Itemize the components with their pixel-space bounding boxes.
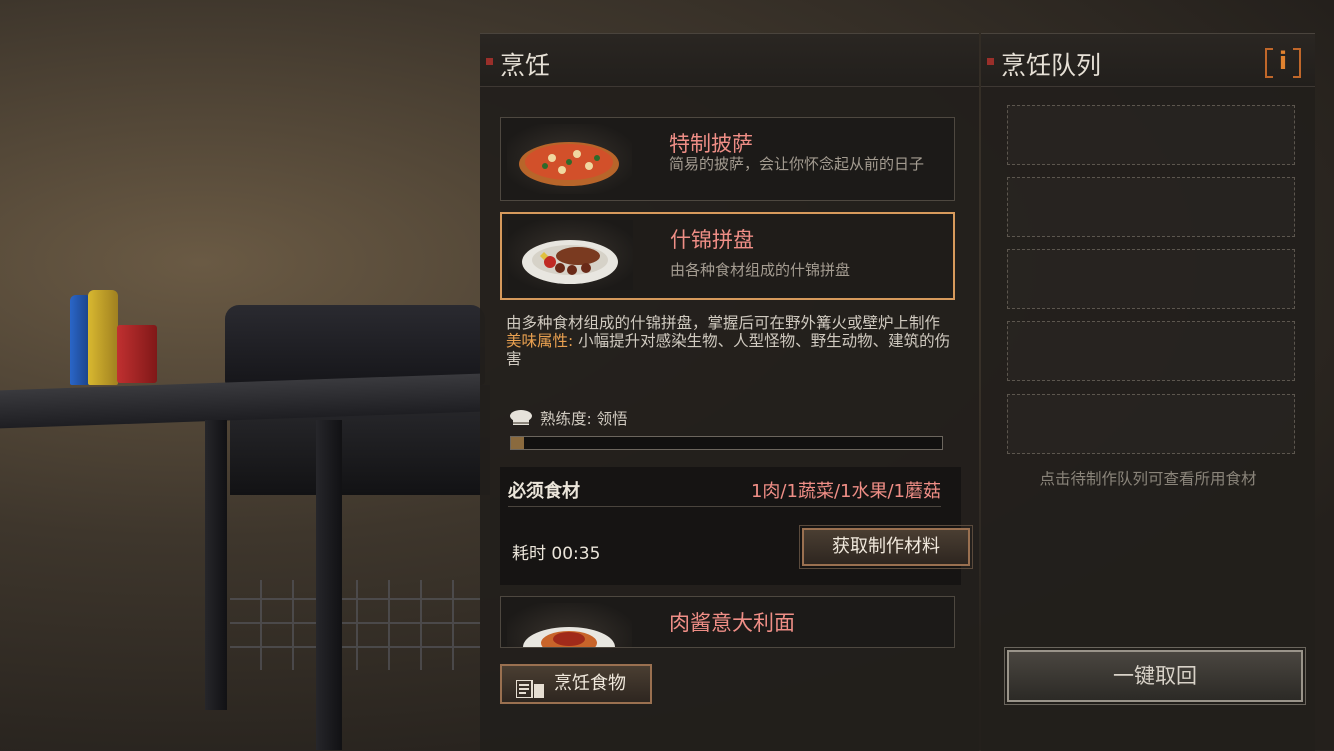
divider bbox=[508, 506, 941, 507]
attribute-label: 美味属性: bbox=[506, 332, 574, 350]
mastery-progress-fill bbox=[511, 437, 524, 449]
platter-icon bbox=[508, 220, 633, 290]
cook-food-button[interactable]: 烹饪食物 bbox=[500, 664, 652, 704]
recipe-title: 特制披萨 bbox=[669, 132, 753, 156]
required-ingredients-label: 必须食材 bbox=[508, 481, 580, 502]
requirements-section: 必须食材 1肉/1蔬菜/1水果/1蘑菇 耗时 00:35 获取制作材料 bbox=[500, 467, 973, 585]
cooking-panel: 烹饪 特制披萨 简易的披萨，会让你怀念起从前的日子 什锦拼盘 由各种食材组成的什… bbox=[480, 33, 979, 751]
grill-hood bbox=[225, 305, 485, 385]
recipe-title: 什锦拼盘 bbox=[670, 228, 754, 252]
queue-slot[interactable] bbox=[1007, 105, 1295, 165]
mastery-progress-bar bbox=[510, 436, 943, 450]
recipe-title: 肉酱意大利面 bbox=[669, 611, 795, 635]
header-marker-icon bbox=[987, 58, 994, 65]
cooking-panel-header: 烹饪 bbox=[480, 34, 979, 87]
get-materials-button[interactable]: 获取制作材料 bbox=[799, 525, 973, 569]
recipe-card-pizza[interactable]: 特制披萨 简易的披萨，会让你怀念起从前的日子 bbox=[500, 117, 955, 201]
queue-hint: 点击待制作队列可查看所用食材 bbox=[1039, 470, 1257, 488]
cook-food-label: 烹饪食物 bbox=[554, 673, 626, 694]
cooking-panel-title: 烹饪 bbox=[500, 51, 551, 80]
detail-attribute: 美味属性: 小幅提升对感染生物、人型怪物、野生动物、建筑的伤害 bbox=[500, 332, 960, 368]
recipe-card-spaghetti[interactable]: 肉酱意大利面 bbox=[500, 596, 955, 648]
recipe-desc: 由各种食材组成的什锦拼盘 bbox=[670, 261, 851, 279]
cook-time: 耗时 00:35 bbox=[512, 544, 601, 564]
cooking-queue-panel: 烹饪队列 i 点击待制作队列可查看所用食材 一键取回 bbox=[981, 33, 1315, 751]
queue-panel-header: 烹饪队列 i bbox=[981, 34, 1315, 87]
grill-leg bbox=[205, 420, 227, 710]
queue-slot[interactable] bbox=[1007, 249, 1295, 309]
attribute-value: 小幅提升对感染生物、人型怪物、野生动物、建筑的伤害 bbox=[506, 332, 951, 368]
queue-slot[interactable] bbox=[1007, 394, 1295, 454]
spaghetti-icon bbox=[507, 603, 632, 647]
chef-hat-icon bbox=[508, 409, 534, 427]
recipe-card-platter[interactable]: 什锦拼盘 由各种食材组成的什锦拼盘 bbox=[500, 212, 955, 300]
can-decoration bbox=[117, 325, 157, 383]
detail-description: 由多种食材组成的什锦拼盘，掌握后可在野外篝火或壁炉上制作 bbox=[506, 314, 941, 332]
mastery-label: 熟练度: 领悟 bbox=[540, 410, 628, 428]
recall-all-button[interactable]: 一键取回 bbox=[1004, 647, 1306, 705]
recipe-detail: 由多种食材组成的什锦拼盘，掌握后可在野外篝火或壁炉上制作 美味属性: 小幅提升对… bbox=[500, 314, 960, 368]
menu-list-icon bbox=[515, 675, 544, 699]
required-ingredients-value: 1肉/1蔬菜/1水果/1蘑菇 bbox=[750, 481, 941, 502]
grill-shelf bbox=[230, 580, 480, 670]
header-marker-icon bbox=[486, 58, 493, 65]
bottle-decoration bbox=[88, 290, 118, 385]
queue-panel-title: 烹饪队列 bbox=[1001, 51, 1102, 80]
queue-slot[interactable] bbox=[1007, 177, 1295, 237]
recipe-desc: 简易的披萨，会让你怀念起从前的日子 bbox=[669, 155, 925, 173]
grill-leg bbox=[316, 420, 342, 750]
pizza-icon bbox=[507, 124, 632, 194]
mastery-row: 熟练度: 领悟 bbox=[508, 407, 628, 429]
info-icon[interactable]: i bbox=[1265, 46, 1301, 78]
queue-slot[interactable] bbox=[1007, 321, 1295, 381]
